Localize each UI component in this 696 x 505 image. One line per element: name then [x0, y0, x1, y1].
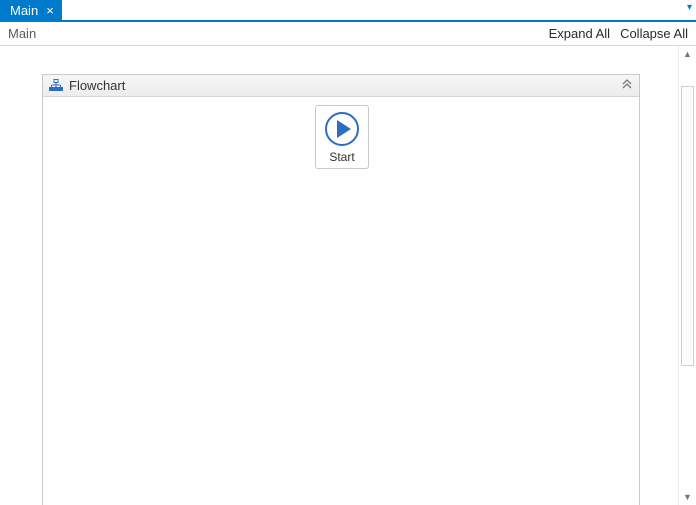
flowchart-body[interactable]: Start — [43, 97, 639, 505]
designer-canvas[interactable]: Flowchart Start — [0, 46, 678, 505]
flowchart-icon — [49, 79, 63, 93]
scroll-up-icon[interactable]: ▲ — [679, 46, 696, 62]
flowchart-activity[interactable]: Flowchart Start — [42, 74, 640, 505]
start-node-label: Start — [329, 150, 354, 164]
designer-area: Flowchart Start ▲ ▼ — [0, 46, 696, 505]
expand-all-button[interactable]: Expand All — [549, 26, 610, 41]
collapse-chevron-icon[interactable] — [621, 78, 633, 93]
tab-strip: Main × ▾ — [0, 0, 696, 22]
scrollbar-thumb[interactable] — [681, 86, 694, 366]
tab-overflow-dropdown-icon[interactable]: ▾ — [687, 2, 692, 13]
flowchart-title: Flowchart — [69, 78, 125, 93]
breadcrumb-actions: Expand All Collapse All — [549, 26, 688, 41]
flowchart-header[interactable]: Flowchart — [43, 75, 639, 97]
tab-label: Main — [10, 3, 38, 18]
close-icon[interactable]: × — [44, 4, 56, 17]
play-icon — [325, 112, 359, 146]
breadcrumb-bar: Main Expand All Collapse All — [0, 22, 696, 46]
vertical-scrollbar[interactable]: ▲ ▼ — [678, 46, 696, 505]
start-node[interactable]: Start — [315, 105, 369, 169]
tab-main[interactable]: Main × — [0, 0, 62, 20]
breadcrumb[interactable]: Main — [8, 26, 36, 41]
collapse-all-button[interactable]: Collapse All — [620, 26, 688, 41]
scroll-down-icon[interactable]: ▼ — [679, 489, 696, 505]
